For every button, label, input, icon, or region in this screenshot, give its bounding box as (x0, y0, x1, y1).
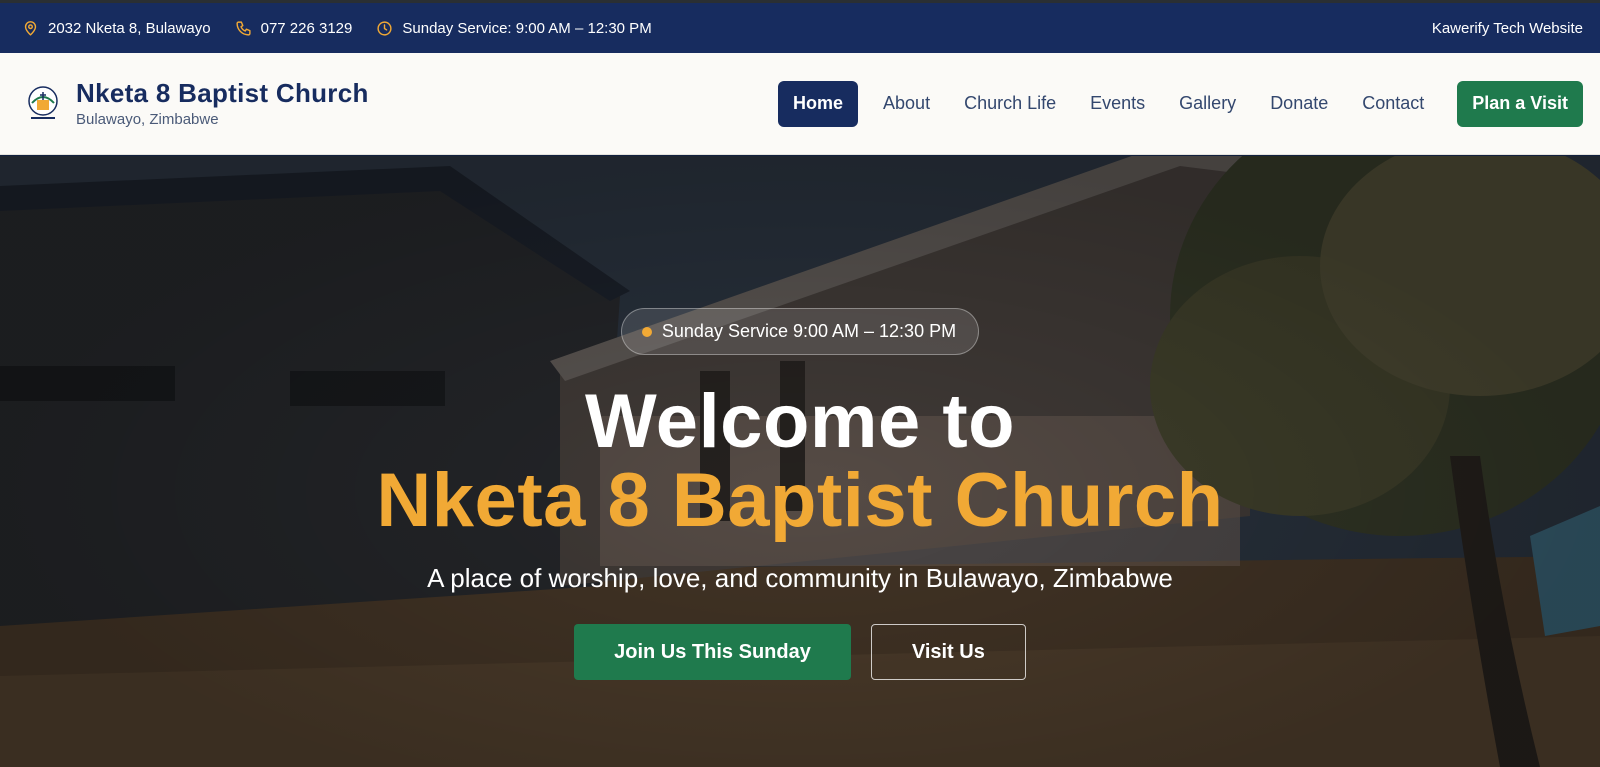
service-time-text: Sunday Service: 9:00 AM – 12:30 PM (402, 19, 652, 37)
contact-info: 2032 Nketa 8, Bulawayo 077 226 3129 Sund… (22, 20, 652, 37)
hero-title-line2: Nketa 8 Baptist Church (376, 458, 1224, 543)
nav-item-gallery[interactable]: Gallery (1166, 81, 1249, 127)
nav-item-events[interactable]: Events (1077, 81, 1158, 127)
service-time-item: Sunday Service: 9:00 AM – 12:30 PM (376, 19, 652, 37)
nav-menu: Home About Church Life Events Gallery Do… (778, 80, 1583, 127)
brand-text: Nketa 8 Baptist Church Bulawayo, Zimbabw… (76, 78, 369, 130)
address-item: 2032 Nketa 8, Bulawayo (22, 20, 211, 37)
join-us-button[interactable]: Join Us This Sunday (574, 624, 851, 680)
nav-item-contact[interactable]: Contact (1349, 81, 1437, 127)
hero-section: Sunday Service 9:00 AM – 12:30 PM Welcom… (0, 156, 1600, 767)
church-logo (28, 85, 58, 119)
nav-item-about[interactable]: About (870, 81, 943, 127)
church-location: Bulawayo, Zimbabwe (76, 110, 219, 128)
hero-content: Sunday Service 9:00 AM – 12:30 PM Welcom… (0, 156, 1600, 767)
main-navbar: Nketa 8 Baptist Church Bulawayo, Zimbabw… (0, 53, 1600, 155)
phone-icon (236, 20, 251, 36)
nav-item-church-life[interactable]: Church Life (951, 81, 1069, 127)
service-time-badge: Sunday Service 9:00 AM – 12:30 PM (620, 308, 980, 355)
visit-us-button[interactable]: Visit Us (870, 624, 1026, 680)
plan-a-visit-button[interactable]: Plan a Visit (1457, 80, 1583, 127)
top-info-bar: 2032 Nketa 8, Bulawayo 077 226 3129 Sund… (0, 0, 1600, 53)
site-credit-link[interactable]: Kawerify Tech Website (1432, 20, 1583, 37)
phone-item[interactable]: 077 226 3129 (235, 20, 353, 37)
church-name: Nketa 8 Baptist Church (76, 77, 369, 108)
hero-subtitle: A place of worship, love, and community … (427, 563, 1173, 593)
service-time-badge-text: Sunday Service 9:00 AM – 12:30 PM (661, 321, 957, 341)
hero-buttons: Join Us This Sunday Visit Us (574, 624, 1026, 680)
nav-item-donate[interactable]: Donate (1257, 81, 1341, 127)
address-text: 2032 Nketa 8, Bulawayo (48, 19, 211, 37)
hero-title-line1: Welcome to (584, 379, 1016, 464)
brand[interactable]: Nketa 8 Baptist Church Bulawayo, Zimbabw… (26, 78, 369, 130)
location-pin-icon (24, 20, 37, 36)
phone-text[interactable]: 077 226 3129 (261, 20, 353, 37)
nav-item-home[interactable]: Home (778, 80, 859, 127)
clock-icon (377, 20, 392, 36)
status-dot-icon (641, 326, 652, 337)
